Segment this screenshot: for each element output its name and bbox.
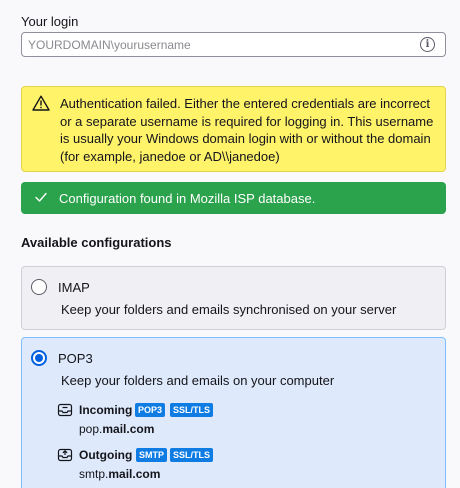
available-configurations-heading: Available configurations [21,235,172,250]
auth-failed-notification: Authentication failed. Either the entere… [21,86,446,172]
outbox-icon [57,448,73,462]
incoming-host: pop.mail.com [79,422,155,436]
checkmark-icon [35,192,47,202]
outgoing-host: smtp.mail.com [79,467,161,481]
imap-description: Keep your folders and emails synchronise… [61,302,397,317]
config-option-pop3[interactable]: POP3 Keep your folders and emails on you… [21,337,446,488]
config-option-imap[interactable]: IMAP Keep your folders and emails synchr… [21,266,446,330]
incoming-security-badge: SSL/TLS [170,403,214,417]
config-found-notification: Configuration found in Mozilla ISP datab… [21,182,446,214]
incoming-label: Incoming [79,403,133,417]
login-label: Your login [21,14,79,29]
outgoing-label: Outgoing [79,448,133,462]
info-icon[interactable]: i [420,37,435,52]
pop3-title: POP3 [58,351,93,366]
success-message: Configuration found in Mozilla ISP datab… [59,191,316,206]
login-input[interactable] [22,33,412,56]
outgoing-security-badge: SSL/TLS [170,448,214,462]
pop3-description: Keep your folders and emails on your com… [61,373,335,388]
login-field-wrapper: i [21,32,446,57]
warning-message: Authentication failed. Either the entere… [60,96,434,164]
warning-triangle-icon [32,95,50,111]
pop3-radio[interactable] [31,350,47,366]
imap-radio[interactable] [31,279,47,295]
incoming-protocol-badge: POP3 [135,403,166,417]
outgoing-protocol-badge: SMTP [136,448,168,462]
imap-title: IMAP [58,280,90,295]
inbox-icon [57,403,73,417]
